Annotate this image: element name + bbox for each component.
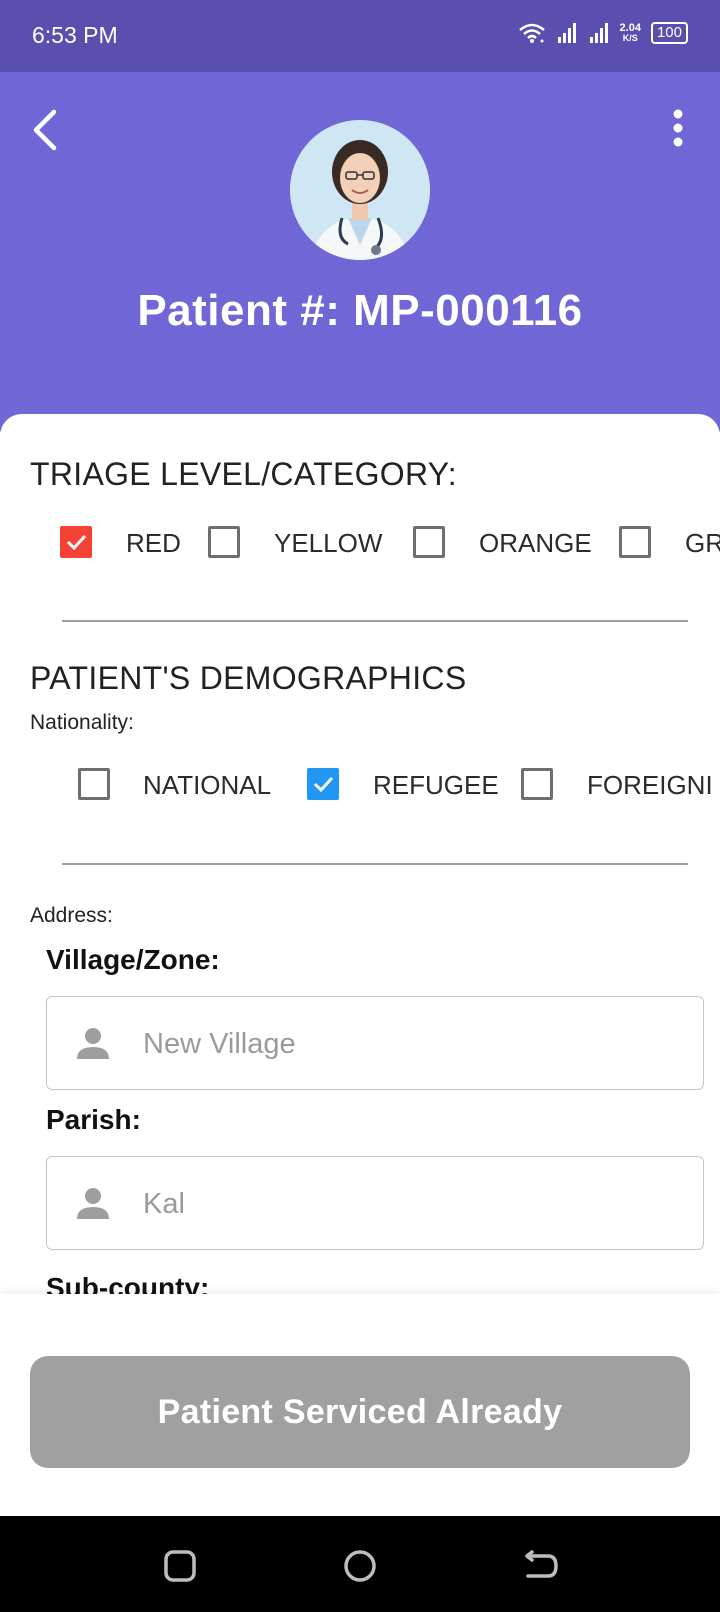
parish-field[interactable] (46, 1156, 704, 1250)
village-zone-label: Village/Zone: (46, 944, 220, 975)
triage-yellow-label: YELLOW (274, 528, 383, 558)
demographics-heading: PATIENT'S DEMOGRAPHICS (30, 660, 467, 696)
patient-form-card: TRIAGE LEVEL/CATEGORY: RED YELLOW ORANGE… (0, 414, 720, 1294)
more-vert-icon (673, 109, 683, 147)
bottom-action-bar: Patient Serviced Already (0, 1294, 720, 1516)
doctor-avatar-image (290, 120, 430, 260)
back-nav-icon (525, 1550, 558, 1578)
triage-yellow-checkbox[interactable] (208, 526, 240, 558)
screen: 6:53 PM 2.04 K/S 100 Patient #: MP-00011… (0, 0, 720, 1612)
parish-label: Parish: (46, 1104, 141, 1135)
nationality-national-checkbox[interactable] (78, 768, 110, 800)
triage-red-label: RED (126, 528, 181, 558)
home-icon (344, 1550, 376, 1582)
signal-icon-2 (589, 23, 608, 43)
triage-options: RED YELLOW ORANGE GR (0, 526, 720, 566)
status-time: 6:53 PM (32, 22, 118, 48)
recents-button[interactable] (160, 1546, 200, 1586)
wifi-icon (518, 23, 545, 43)
triage-green-checkbox[interactable] (619, 526, 651, 558)
more-options-button[interactable] (666, 106, 690, 154)
nationality-options: NATIONAL REFUGEE FOREIGNI (0, 768, 720, 808)
doctor-avatar (290, 120, 430, 260)
status-icons: 2.04 K/S 100 (518, 22, 688, 44)
person-icon (77, 1028, 109, 1059)
nationality-refugee-checkbox[interactable] (307, 768, 339, 800)
net-speed-value: 2.04 (619, 22, 641, 34)
divider (62, 863, 688, 865)
home-button[interactable] (340, 1546, 380, 1586)
divider (62, 620, 688, 622)
signal-icon-1 (557, 23, 576, 43)
triage-orange-checkbox[interactable] (413, 526, 445, 558)
status-bar: 6:53 PM 2.04 K/S 100 (0, 0, 720, 72)
check-icon (66, 534, 87, 551)
triage-heading: TRIAGE LEVEL/CATEGORY: (30, 456, 457, 492)
system-nav-bar (0, 1516, 720, 1612)
nationality-foreign-label: FOREIGNI (587, 770, 713, 800)
check-icon (313, 776, 334, 793)
village-zone-field[interactable] (46, 996, 704, 1090)
back-button[interactable] (26, 106, 66, 154)
nationality-national-label: NATIONAL (143, 770, 272, 800)
net-speed: 2.04 K/S (619, 22, 641, 44)
nationality-foreign-checkbox[interactable] (521, 768, 553, 800)
sub-county-label: Sub-county: (46, 1272, 210, 1294)
battery-indicator: 100 (650, 22, 688, 44)
patient-header: Patient #: MP-000116 (0, 72, 720, 432)
patient-number-title: Patient #: MP-000116 (137, 286, 583, 335)
address-label: Address: (30, 904, 113, 927)
triage-orange-label: ORANGE (479, 528, 592, 558)
nationality-label: Nationality: (30, 711, 134, 734)
parish-input[interactable] (141, 1177, 685, 1231)
arrow-back-icon (33, 109, 57, 151)
patient-serviced-button[interactable]: Patient Serviced Already (30, 1356, 690, 1468)
person-icon (77, 1188, 109, 1219)
net-speed-unit: K/S (622, 33, 638, 43)
village-zone-input[interactable] (141, 1017, 685, 1071)
nationality-refugee-label: REFUGEE (373, 770, 499, 800)
triage-red-checkbox[interactable] (60, 526, 92, 558)
triage-green-label: GR (685, 528, 720, 558)
recents-icon (164, 1550, 196, 1582)
back-nav-button[interactable] (520, 1546, 560, 1586)
